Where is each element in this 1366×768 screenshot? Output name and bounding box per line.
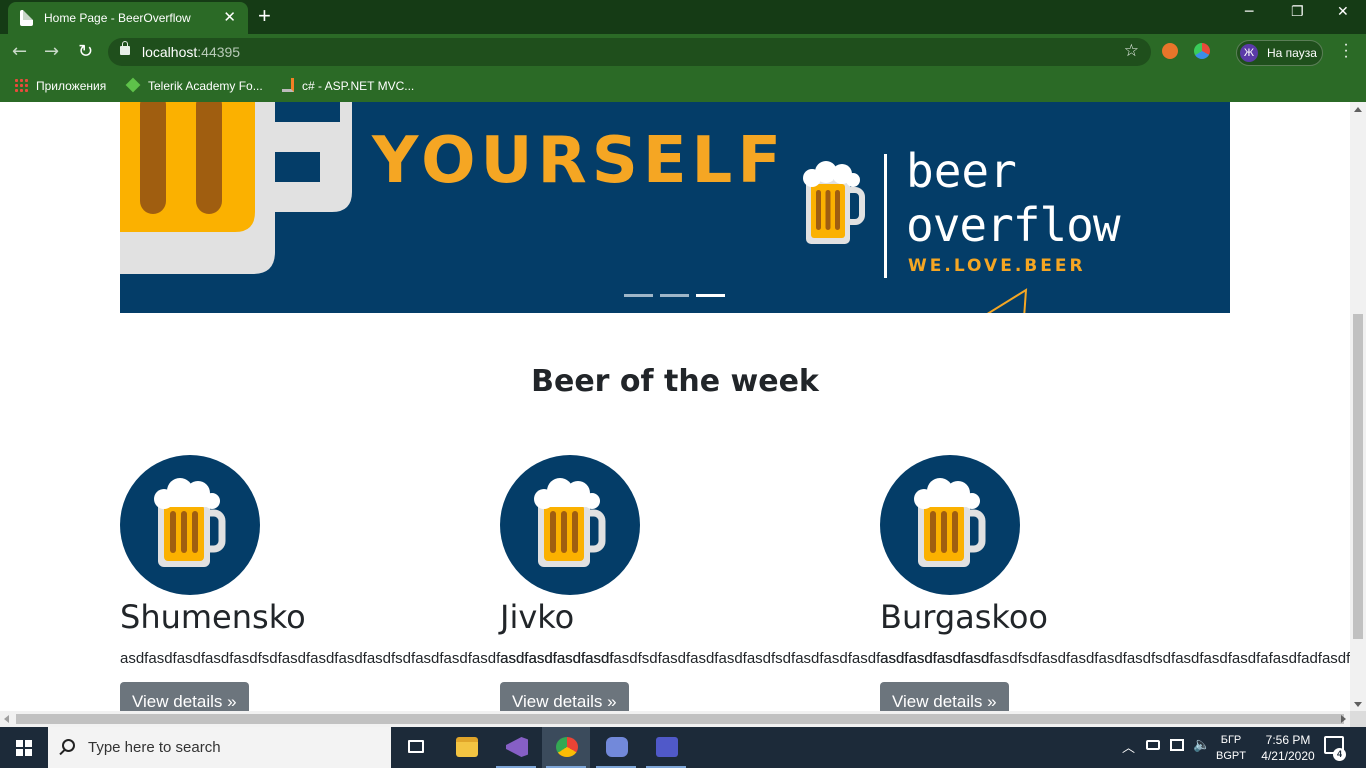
restore-button[interactable]: ❐ — [1291, 4, 1304, 20]
lock-icon — [120, 41, 130, 55]
battery-icon[interactable] — [1146, 740, 1160, 750]
avatar: Ж — [1240, 44, 1258, 62]
view-details-button[interactable]: View details » — [880, 682, 1009, 711]
scrollbar-corner — [1350, 711, 1366, 727]
folder-icon — [456, 737, 478, 757]
brand-name-line1: beer — [906, 144, 1017, 198]
taskbar-file-explorer[interactable] — [442, 727, 490, 768]
chrome-icon — [556, 737, 578, 757]
brand-name-line2: overflow — [906, 198, 1121, 252]
forward-button[interactable]: → — [44, 41, 59, 63]
notification-badge: 4 — [1333, 748, 1346, 761]
page-favicon-icon — [20, 10, 33, 26]
vertical-scroll-thumb[interactable] — [1353, 314, 1363, 639]
taskbar-search-box[interactable]: Type here to search — [48, 727, 391, 768]
apps-grid-icon — [14, 78, 28, 92]
hero-carousel[interactable]: YOURSELF beer overflow WE.LOVE.BEER — [120, 102, 1230, 313]
bookmark-telerik[interactable]: Telerik Academy Fo... — [125, 77, 263, 93]
view-details-button[interactable]: View details » — [120, 682, 249, 711]
beer-mug-icon — [534, 478, 606, 567]
carousel-indicator-1[interactable] — [624, 294, 653, 297]
extension-2-icon[interactable] — [1194, 43, 1210, 59]
scroll-right-icon[interactable] — [1341, 715, 1346, 723]
bookmark-stackoverflow[interactable]: c# - ASP.NET MVC... — [282, 78, 414, 93]
beer-image — [120, 455, 260, 595]
new-tab-button[interactable]: + — [258, 4, 271, 28]
taskbar-discord[interactable] — [592, 727, 640, 768]
beer-image — [500, 455, 640, 595]
stackoverflow-icon — [282, 78, 294, 92]
beer-name: Shumensko — [120, 598, 306, 636]
bookmark-apps[interactable]: Приложения — [14, 78, 106, 93]
task-view-button[interactable] — [392, 727, 440, 768]
tab-close-icon[interactable]: ✕ — [223, 8, 236, 26]
tray-expand-icon[interactable]: ︿ — [1122, 737, 1135, 756]
beer-image — [880, 455, 1020, 595]
tab-strip: Home Page - BeerOverflow ✕ + ─ ❐ ✕ — [0, 0, 1366, 34]
clock-time: 7:56 PM — [1265, 733, 1311, 747]
visual-studio-icon — [506, 737, 528, 757]
scroll-down-icon[interactable] — [1354, 702, 1362, 707]
network-icon[interactable] — [1170, 739, 1184, 751]
logo-mug-icon — [803, 161, 865, 244]
volume-icon[interactable]: 🔈 — [1193, 737, 1210, 753]
task-view-icon — [408, 740, 424, 753]
horizontal-scroll-thumb[interactable] — [16, 714, 1344, 724]
tab-title: Home Page - BeerOverflow — [44, 11, 191, 25]
brand-tagline: WE.LOVE.BEER — [908, 256, 1086, 276]
minimize-button[interactable]: ─ — [1245, 4, 1253, 20]
decorative-triangle — [986, 288, 1028, 313]
carousel-indicators — [624, 284, 732, 302]
browser-tab[interactable]: Home Page - BeerOverflow ✕ — [8, 2, 248, 34]
clock[interactable]: 7:56 PM 4/21/2020 — [1256, 732, 1320, 764]
beer-mug-icon — [154, 478, 226, 567]
reload-button[interactable]: ↻ — [78, 41, 93, 63]
teams-icon — [656, 737, 678, 757]
browser-menu-icon[interactable]: · · · — [1341, 37, 1351, 65]
beer-mug-icon — [914, 478, 986, 567]
view-details-button[interactable]: View details » — [500, 682, 629, 711]
brand-divider — [884, 154, 887, 278]
section-title: Beer of the week — [531, 364, 819, 399]
profile-button[interactable]: Ж На пауза — [1236, 40, 1323, 66]
scroll-left-icon[interactable] — [4, 715, 9, 723]
carousel-indicator-3[interactable] — [696, 294, 725, 297]
back-button[interactable]: ← — [12, 41, 27, 63]
profile-label: На пауза — [1267, 46, 1317, 60]
scroll-up-icon[interactable] — [1354, 107, 1362, 112]
horizontal-scrollbar[interactable] — [0, 711, 1350, 727]
search-icon — [62, 739, 75, 752]
banner-headline: YOURSELF — [372, 124, 787, 198]
carousel-indicator-2[interactable] — [660, 294, 689, 297]
page-viewport: YOURSELF beer overflow WE.LOVE.BEER Beer… — [0, 102, 1350, 711]
close-window-button[interactable]: ✕ — [1337, 4, 1349, 20]
bookmark-star-icon[interactable]: ☆ — [1124, 41, 1139, 61]
clock-date: 4/21/2020 — [1261, 749, 1315, 763]
taskbar-search-placeholder: Type here to search — [88, 739, 221, 756]
extension-icon[interactable] — [1162, 43, 1178, 59]
windows-taskbar: Type here to search ︿ 🔈 БГР BGPT 7:56 PM … — [0, 727, 1366, 768]
url-text: localhost:44395 — [142, 44, 241, 60]
discord-icon — [606, 737, 628, 757]
taskbar-teams[interactable] — [642, 727, 690, 768]
beer-description: asdfasdfasdfasdfasdfsdfasdfasdfasdfasdfs… — [880, 650, 1350, 667]
taskbar-visual-studio[interactable] — [492, 727, 540, 768]
vertical-scrollbar[interactable] — [1350, 102, 1366, 711]
telerik-icon — [125, 77, 141, 93]
input-language[interactable]: БГР BGPT — [1214, 732, 1248, 764]
browser-toolbar: ← → ↻ localhost:44395 ☆ — [0, 34, 1366, 70]
bookmarks-bar: Приложения Telerik Academy Fo... c# - AS… — [0, 70, 1366, 102]
start-button-windows-icon[interactable] — [16, 740, 32, 756]
address-bar[interactable]: localhost:44395 ☆ — [108, 38, 1151, 66]
beer-name: Burgaskoo — [880, 598, 1048, 636]
large-mug-graphic — [120, 102, 352, 274]
beer-name: Jivko — [500, 598, 575, 636]
taskbar-chrome[interactable] — [542, 727, 590, 768]
